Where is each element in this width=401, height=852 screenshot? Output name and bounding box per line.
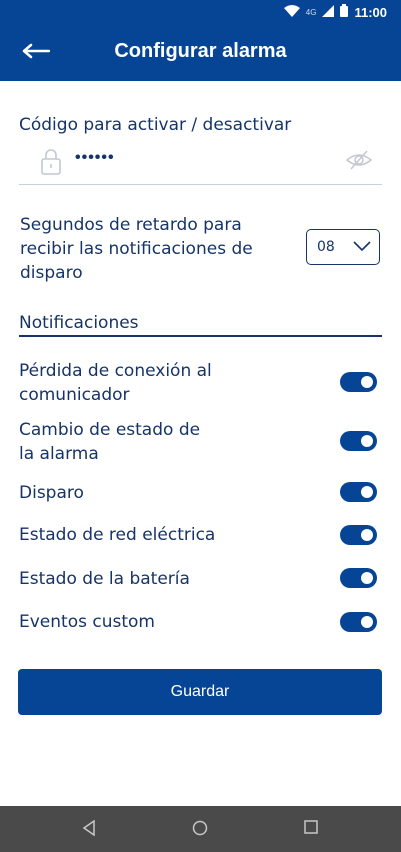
- signal-icon: [322, 4, 335, 20]
- app-bar: Configurar alarma: [0, 24, 401, 81]
- notif-label-power-grid: Estado de red eléctrica: [19, 525, 216, 545]
- page-title: Configurar alarma: [114, 40, 287, 62]
- toggle-knob: [361, 486, 373, 498]
- save-button[interactable]: Guardar: [18, 669, 382, 715]
- toggle-alarm-state[interactable]: [340, 431, 377, 451]
- code-label: Código para activar / desactivar: [19, 115, 292, 135]
- notif-label-trigger: Disparo: [19, 483, 84, 503]
- toggle-knob: [361, 529, 373, 541]
- delay-value: 08: [317, 239, 335, 255]
- toggle-trigger[interactable]: [340, 482, 377, 502]
- notifications-heading: Notificaciones: [19, 313, 139, 333]
- code-input[interactable]: ••••••: [75, 149, 115, 167]
- system-nav-bar: [0, 806, 401, 852]
- network-type: 4G: [305, 7, 317, 17]
- delay-select[interactable]: 08: [306, 229, 380, 265]
- notif-label-alarm-state: Cambio de estado de la alarma: [19, 420, 201, 464]
- notif-label-connection-loss: Pérdida de conexión al comunicador: [19, 361, 212, 405]
- nav-home-icon[interactable]: [192, 820, 208, 841]
- toggle-knob: [361, 435, 373, 447]
- eye-off-icon[interactable]: [345, 149, 373, 176]
- toggle-knob: [361, 376, 373, 388]
- battery-icon: [340, 4, 349, 20]
- toggle-custom-events[interactable]: [340, 612, 377, 632]
- toggle-connection-loss[interactable]: [340, 372, 377, 392]
- status-bar: 4G 11:00: [0, 0, 401, 24]
- nav-back-icon[interactable]: [82, 819, 96, 841]
- lock-icon: [41, 147, 61, 180]
- code-field[interactable]: ••••••: [19, 143, 382, 185]
- notif-label-battery: Estado de la batería: [19, 569, 190, 589]
- nav-recents-icon[interactable]: [304, 820, 318, 839]
- delay-label: Segundos de retardo para recibir las not…: [20, 215, 253, 283]
- toggle-battery[interactable]: [340, 568, 377, 588]
- clock: 11:00: [354, 4, 387, 20]
- toggle-knob: [361, 616, 373, 628]
- toggle-knob: [361, 572, 373, 584]
- toggle-power-grid[interactable]: [340, 525, 377, 545]
- wifi-icon: [283, 4, 300, 20]
- chevron-down-icon: [353, 239, 371, 257]
- divider: [19, 335, 382, 337]
- notif-label-custom-events: Eventos custom: [19, 612, 155, 632]
